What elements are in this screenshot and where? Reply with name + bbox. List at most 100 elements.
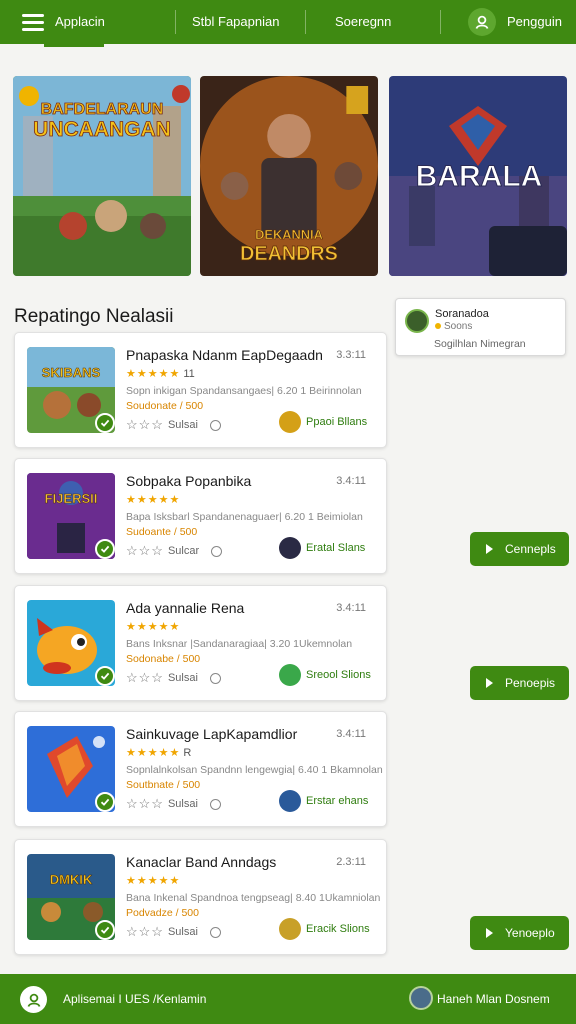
app-card[interactable]: Ada yannalie Rena 3.4:11 ★★★★★ Bans Inksnar… bbox=[14, 585, 387, 701]
notification-message: Sogilhlan Nimegran bbox=[434, 338, 526, 350]
section-title: Repatingo Nealasii bbox=[14, 306, 174, 327]
publisher-name: Erstar ehans bbox=[306, 795, 369, 807]
svg-text:DMKIK: DMKIK bbox=[50, 872, 93, 887]
banner-3-title: BARALA bbox=[416, 160, 543, 193]
app-title[interactable]: Pnapaska Ndanm EapDegaadn bbox=[126, 347, 323, 363]
app-time: 3.4:11 bbox=[336, 475, 366, 487]
empty-stars-icon: ☆☆☆ bbox=[126, 417, 164, 432]
notification-card[interactable]: Soranadoa Soons Sogilhlan Nimegran bbox=[395, 298, 566, 356]
publisher-name: Sreool Slions bbox=[306, 669, 371, 681]
active-tab-indicator bbox=[44, 44, 104, 47]
empty-stars-icon: ☆☆☆ bbox=[126, 924, 164, 939]
rate-label: Sulsai bbox=[167, 672, 198, 684]
app-title[interactable]: Kanaclar Band Anndags bbox=[126, 854, 276, 870]
app-price: Sudoante / 500 bbox=[126, 526, 198, 538]
side-action-button[interactable]: Yenoeplo bbox=[470, 916, 569, 950]
star-rating: ★★★★★ 11 bbox=[126, 368, 195, 380]
empty-stars-icon: ☆☆☆ bbox=[126, 670, 164, 685]
publisher-link[interactable]: Ppaoi Bllans bbox=[279, 411, 367, 433]
info-icon bbox=[209, 419, 221, 431]
star-rating: ★★★★★ bbox=[126, 875, 181, 887]
footer-user-avatar[interactable] bbox=[409, 986, 433, 1010]
featured-banner-2[interactable]: DEKANNIA DEANDRS bbox=[200, 76, 378, 276]
banner-2-title-line1: DEKANNIA bbox=[255, 227, 323, 242]
nav-divider bbox=[305, 10, 306, 34]
play-icon bbox=[486, 544, 493, 554]
user-icon[interactable] bbox=[468, 8, 496, 36]
installed-check-icon bbox=[95, 920, 115, 940]
featured-banner-3[interactable]: BARALA bbox=[389, 76, 567, 276]
footer-left-text[interactable]: Aplisemai I UES /Kenlamin bbox=[63, 992, 206, 1006]
publisher-link[interactable]: Eratal Slans bbox=[279, 537, 365, 559]
publisher-avatar bbox=[279, 918, 301, 940]
publisher-avatar bbox=[279, 411, 301, 433]
app-card[interactable]: FIJERSII Sobpaka Popanbika 3.4:11 ★★★★★ Bapa… bbox=[14, 458, 387, 574]
publisher-link[interactable]: Erstar ehans bbox=[279, 790, 368, 812]
nav-divider bbox=[440, 10, 441, 34]
publisher-link[interactable]: Eracik Slions bbox=[279, 918, 370, 940]
featured-banner-1[interactable]: BAFDELARAUN UNCAANGAN bbox=[13, 76, 191, 276]
star-rating: ★★★★★ bbox=[126, 621, 181, 633]
rate-control[interactable]: ☆☆☆ Sulsai bbox=[126, 417, 221, 433]
empty-stars-icon: ☆☆☆ bbox=[126, 543, 164, 558]
publisher-name: Eracik Slions bbox=[306, 923, 370, 935]
publisher-name: Ppaoi Bllans bbox=[306, 416, 368, 428]
nav-item-user[interactable]: Pengguin bbox=[507, 14, 562, 29]
publisher-link[interactable]: Sreool Slions bbox=[279, 664, 371, 686]
banner-2-title-line2: DEANDRS bbox=[240, 243, 338, 265]
status-dot-icon bbox=[435, 323, 441, 329]
top-navigation-bar: Applacin Stbl Fapapnian Soeregnn Penggui… bbox=[0, 0, 576, 44]
banner-1-title-line1: BAFDELARAUN bbox=[41, 101, 164, 118]
app-card[interactable]: SKIBANS Pnapaska Ndanm EapDegaadn 3.3:11 ★★… bbox=[14, 332, 387, 448]
app-time: 3.4:11 bbox=[336, 728, 366, 740]
rate-label: Sulsai bbox=[167, 926, 198, 938]
hamburger-menu-icon[interactable] bbox=[22, 13, 44, 31]
app-title[interactable]: Ada yannalie Rena bbox=[126, 600, 244, 616]
app-price: Soudonate / 500 bbox=[126, 400, 204, 412]
app-price: Sodonabe / 500 bbox=[126, 653, 201, 665]
app-title[interactable]: Sainkuvage LapKapamdlior bbox=[126, 726, 297, 742]
publisher-avatar bbox=[279, 790, 301, 812]
account-icon[interactable] bbox=[20, 986, 47, 1013]
app-price: Podvadze / 500 bbox=[126, 907, 199, 919]
rate-label: Sulsai bbox=[167, 419, 198, 431]
side-action-button[interactable]: Penoepis bbox=[470, 666, 569, 700]
rate-control[interactable]: ☆☆☆ Sulcar bbox=[126, 543, 223, 559]
notification-status: Soons bbox=[435, 321, 472, 332]
side-action-button[interactable]: Cennepls bbox=[470, 532, 569, 566]
star-rating: ★★★★★ bbox=[126, 494, 181, 506]
nav-item-store[interactable]: Stbl Fapapnian bbox=[192, 14, 279, 29]
rate-label: Sulcar bbox=[167, 545, 200, 557]
publisher-avatar bbox=[279, 664, 301, 686]
rating-count: R bbox=[183, 747, 192, 759]
app-time: 3.3:11 bbox=[336, 349, 366, 361]
rating-count: 11 bbox=[183, 368, 195, 380]
app-title[interactable]: Sobpaka Popanbika bbox=[126, 473, 251, 489]
footer-right-text[interactable]: Haneh Mlan Dosnem bbox=[437, 992, 550, 1006]
bottom-bar: Aplisemai I UES /Kenlamin Haneh Mlan Dos… bbox=[0, 974, 576, 1024]
svg-text:FIJERSII: FIJERSII bbox=[45, 491, 98, 506]
app-description: Sopnlalnkolsan Spandnn lengewgia| 6.40 1… bbox=[126, 764, 383, 776]
app-card[interactable]: DMKIK Kanaclar Band Anndags 2.3:11 ★★★★★ Ban… bbox=[14, 839, 387, 955]
notification-name: Soranadoa bbox=[435, 308, 489, 320]
installed-check-icon bbox=[95, 666, 115, 686]
info-icon bbox=[211, 545, 223, 557]
app-price: Soutbnate / 500 bbox=[126, 779, 201, 791]
info-icon bbox=[209, 798, 221, 810]
notification-avatar bbox=[405, 309, 429, 333]
publisher-avatar bbox=[279, 537, 301, 559]
app-time: 3.4:11 bbox=[336, 602, 366, 614]
app-card[interactable]: Sainkuvage LapKapamdlior 3.4:11 ★★★★★ R Sopn… bbox=[14, 711, 387, 827]
nav-item-search[interactable]: Soeregnn bbox=[335, 14, 391, 29]
info-icon bbox=[209, 672, 221, 684]
rate-label: Sulsai bbox=[167, 798, 198, 810]
nav-item-applications[interactable]: Applacin bbox=[55, 14, 105, 29]
app-description: Bapa Isksbarl Spandanenaguaer| 6.20 1 Be… bbox=[126, 511, 363, 523]
play-icon bbox=[486, 928, 493, 938]
installed-check-icon bbox=[95, 792, 115, 812]
rate-control[interactable]: ☆☆☆ Sulsai bbox=[126, 670, 221, 686]
rate-control[interactable]: ☆☆☆ Sulsai bbox=[126, 796, 221, 812]
star-rating: ★★★★★ R bbox=[126, 747, 192, 759]
rate-control[interactable]: ☆☆☆ Sulsai bbox=[126, 924, 221, 940]
nav-divider bbox=[175, 10, 176, 34]
